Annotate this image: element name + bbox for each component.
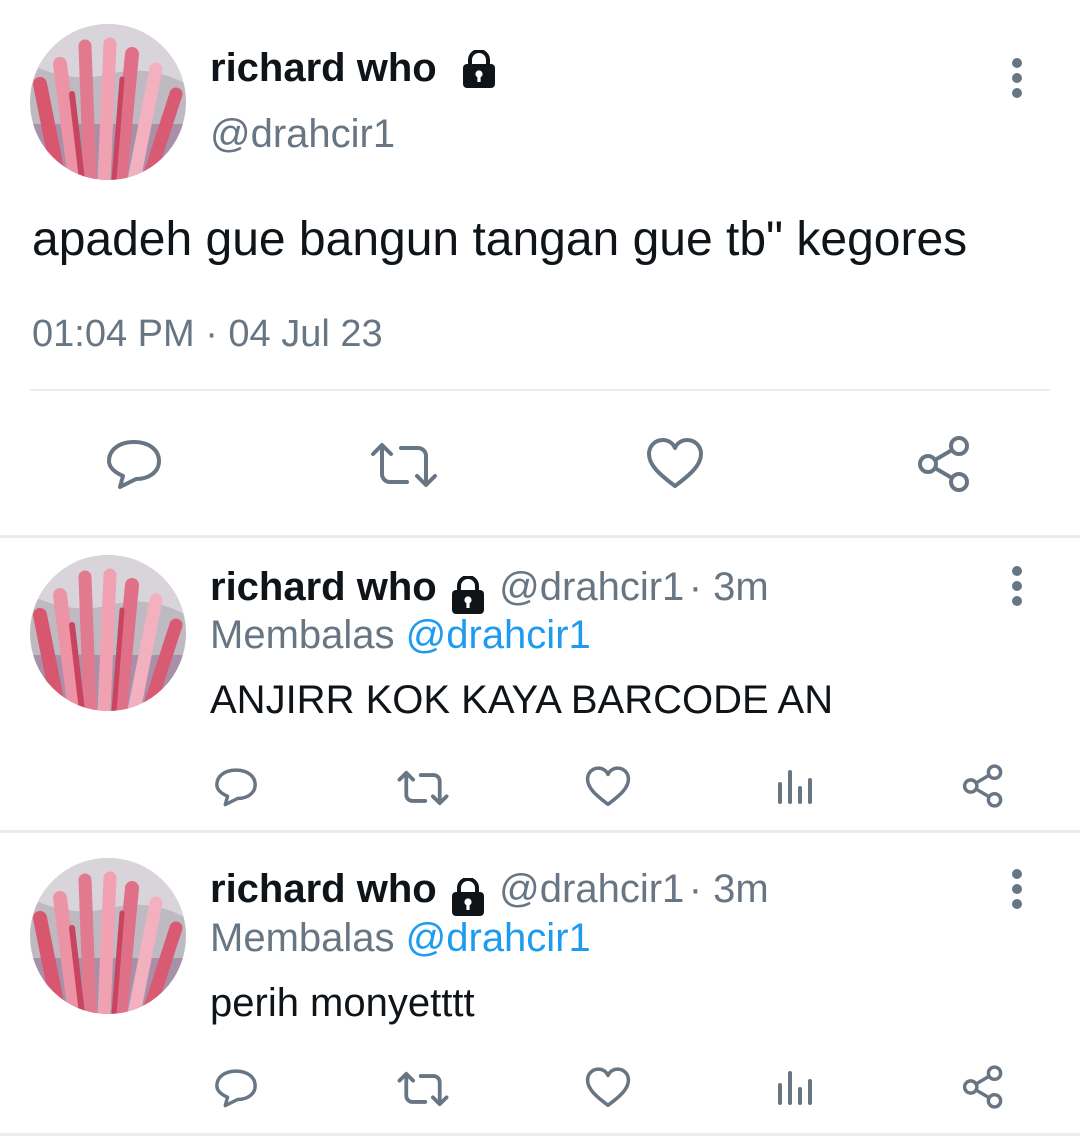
like-icon[interactable] (584, 1066, 632, 1110)
share-icon[interactable] (960, 1064, 1006, 1110)
retweet-icon[interactable] (396, 769, 450, 807)
more-vertical-icon[interactable] (1007, 566, 1027, 611)
tweet-text: apadeh gue bangun tangan gue tb" kegores (32, 213, 968, 266)
display-name[interactable]: richard who (210, 46, 437, 90)
replying-to-label: Membalas (210, 613, 395, 657)
divider (30, 389, 1050, 391)
avatar[interactable] (30, 24, 186, 180)
retweet-icon[interactable] (396, 1070, 450, 1108)
divider (0, 1133, 1080, 1136)
lock-icon (447, 575, 489, 616)
display-name[interactable]: richard who (210, 565, 437, 609)
user-handle[interactable]: @drahcir1 (499, 867, 684, 911)
more-vertical-icon[interactable] (1007, 58, 1027, 103)
more-vertical-icon[interactable] (1007, 869, 1027, 914)
like-icon[interactable] (584, 765, 632, 809)
tweet-age: · 3m (688, 565, 769, 609)
display-name[interactable]: richard who (210, 867, 437, 911)
replying-to-link[interactable]: @drahcir1 (406, 613, 591, 657)
lock-icon (458, 50, 500, 91)
replying-to-label: Membalas (210, 916, 395, 960)
share-icon[interactable] (960, 763, 1006, 809)
reply-icon[interactable] (213, 1066, 259, 1110)
analytics-icon[interactable] (775, 1067, 815, 1107)
share-icon[interactable] (914, 434, 974, 494)
avatar[interactable] (30, 858, 186, 1014)
divider (0, 535, 1080, 538)
reply-text: perih monyetttt (210, 981, 475, 1025)
retweet-icon[interactable] (369, 440, 439, 490)
user-handle[interactable]: @drahcir1 (210, 110, 395, 158)
like-icon[interactable] (645, 436, 705, 492)
lock-icon (447, 877, 489, 918)
avatar[interactable] (30, 555, 186, 711)
tweet-age: · 3m (688, 867, 769, 911)
replying-to-link[interactable]: @drahcir1 (406, 916, 591, 960)
analytics-icon[interactable] (775, 766, 815, 806)
reply-icon[interactable] (104, 436, 164, 492)
reply-text: ANJIRR KOK KAYA BARCODE AN (210, 678, 834, 722)
divider (0, 830, 1080, 833)
reply-icon[interactable] (213, 765, 259, 809)
tweet-timestamp: 01:04 PM · 04 Jul 23 (32, 313, 383, 355)
user-handle[interactable]: @drahcir1 (499, 565, 684, 609)
